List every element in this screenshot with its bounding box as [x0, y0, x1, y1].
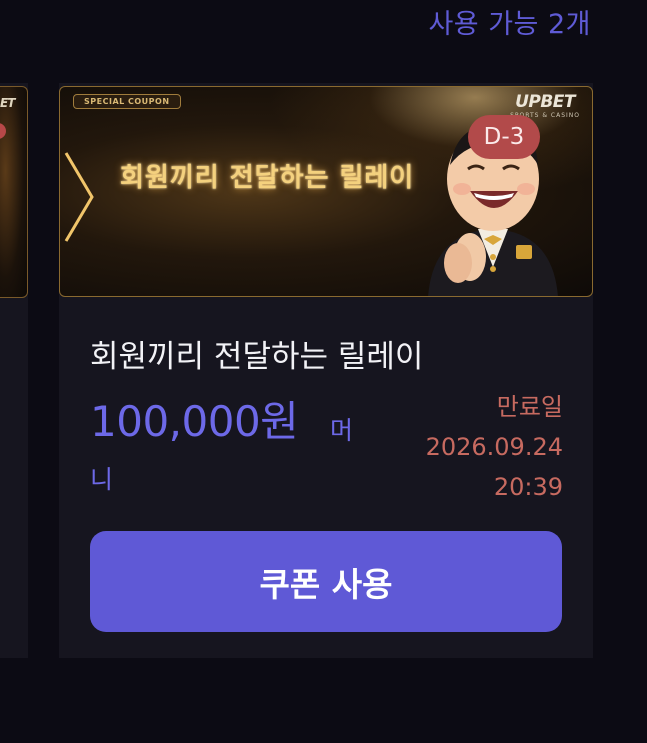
coupon-page: 사용 가능 2개 ET SPECIAL COUPON 회원끼리 전달하는 릴레이… — [0, 0, 647, 743]
coupon-amount: 100,000원 머 니 — [90, 388, 390, 494]
currency-unit-continued: 니 — [90, 465, 114, 494]
coupon-amount-value: 100,000원 — [90, 397, 299, 446]
coupon-name: 회원끼리 전달하는 릴레이 — [90, 339, 424, 375]
expiry-time: 20:39 — [493, 473, 563, 501]
coupon-card: SPECIAL COUPON 회원끼리 전달하는 릴레이 UPBET SPORT… — [59, 83, 593, 658]
special-coupon-tag: SPECIAL COUPON — [73, 94, 181, 109]
expiry-label: 만료일 — [496, 393, 563, 421]
use-coupon-button[interactable]: 쿠폰 사용 — [90, 531, 562, 632]
expiry-date: 2026.09.24 — [425, 433, 563, 461]
coupon-banner: SPECIAL COUPON 회원끼리 전달하는 릴레이 UPBET SPORT… — [59, 86, 593, 297]
previous-coupon-banner: ET — [0, 86, 28, 298]
banner-title: 회원끼리 전달하는 릴레이 — [120, 163, 415, 193]
dday-badge: D-3 — [468, 115, 540, 159]
brand-logo-text: UPBET — [515, 92, 575, 112]
currency-unit: 머 — [330, 416, 354, 445]
previous-coupon-logo: ET — [0, 96, 15, 110]
previous-coupon-dday-badge — [0, 123, 6, 139]
expiry-info: 만료일 2026.09.24 20:39 — [426, 387, 563, 507]
previous-coupon-card[interactable]: ET — [0, 83, 28, 658]
available-count: 사용 가능 2개 — [428, 9, 591, 40]
chevron-right-icon — [64, 152, 94, 242]
